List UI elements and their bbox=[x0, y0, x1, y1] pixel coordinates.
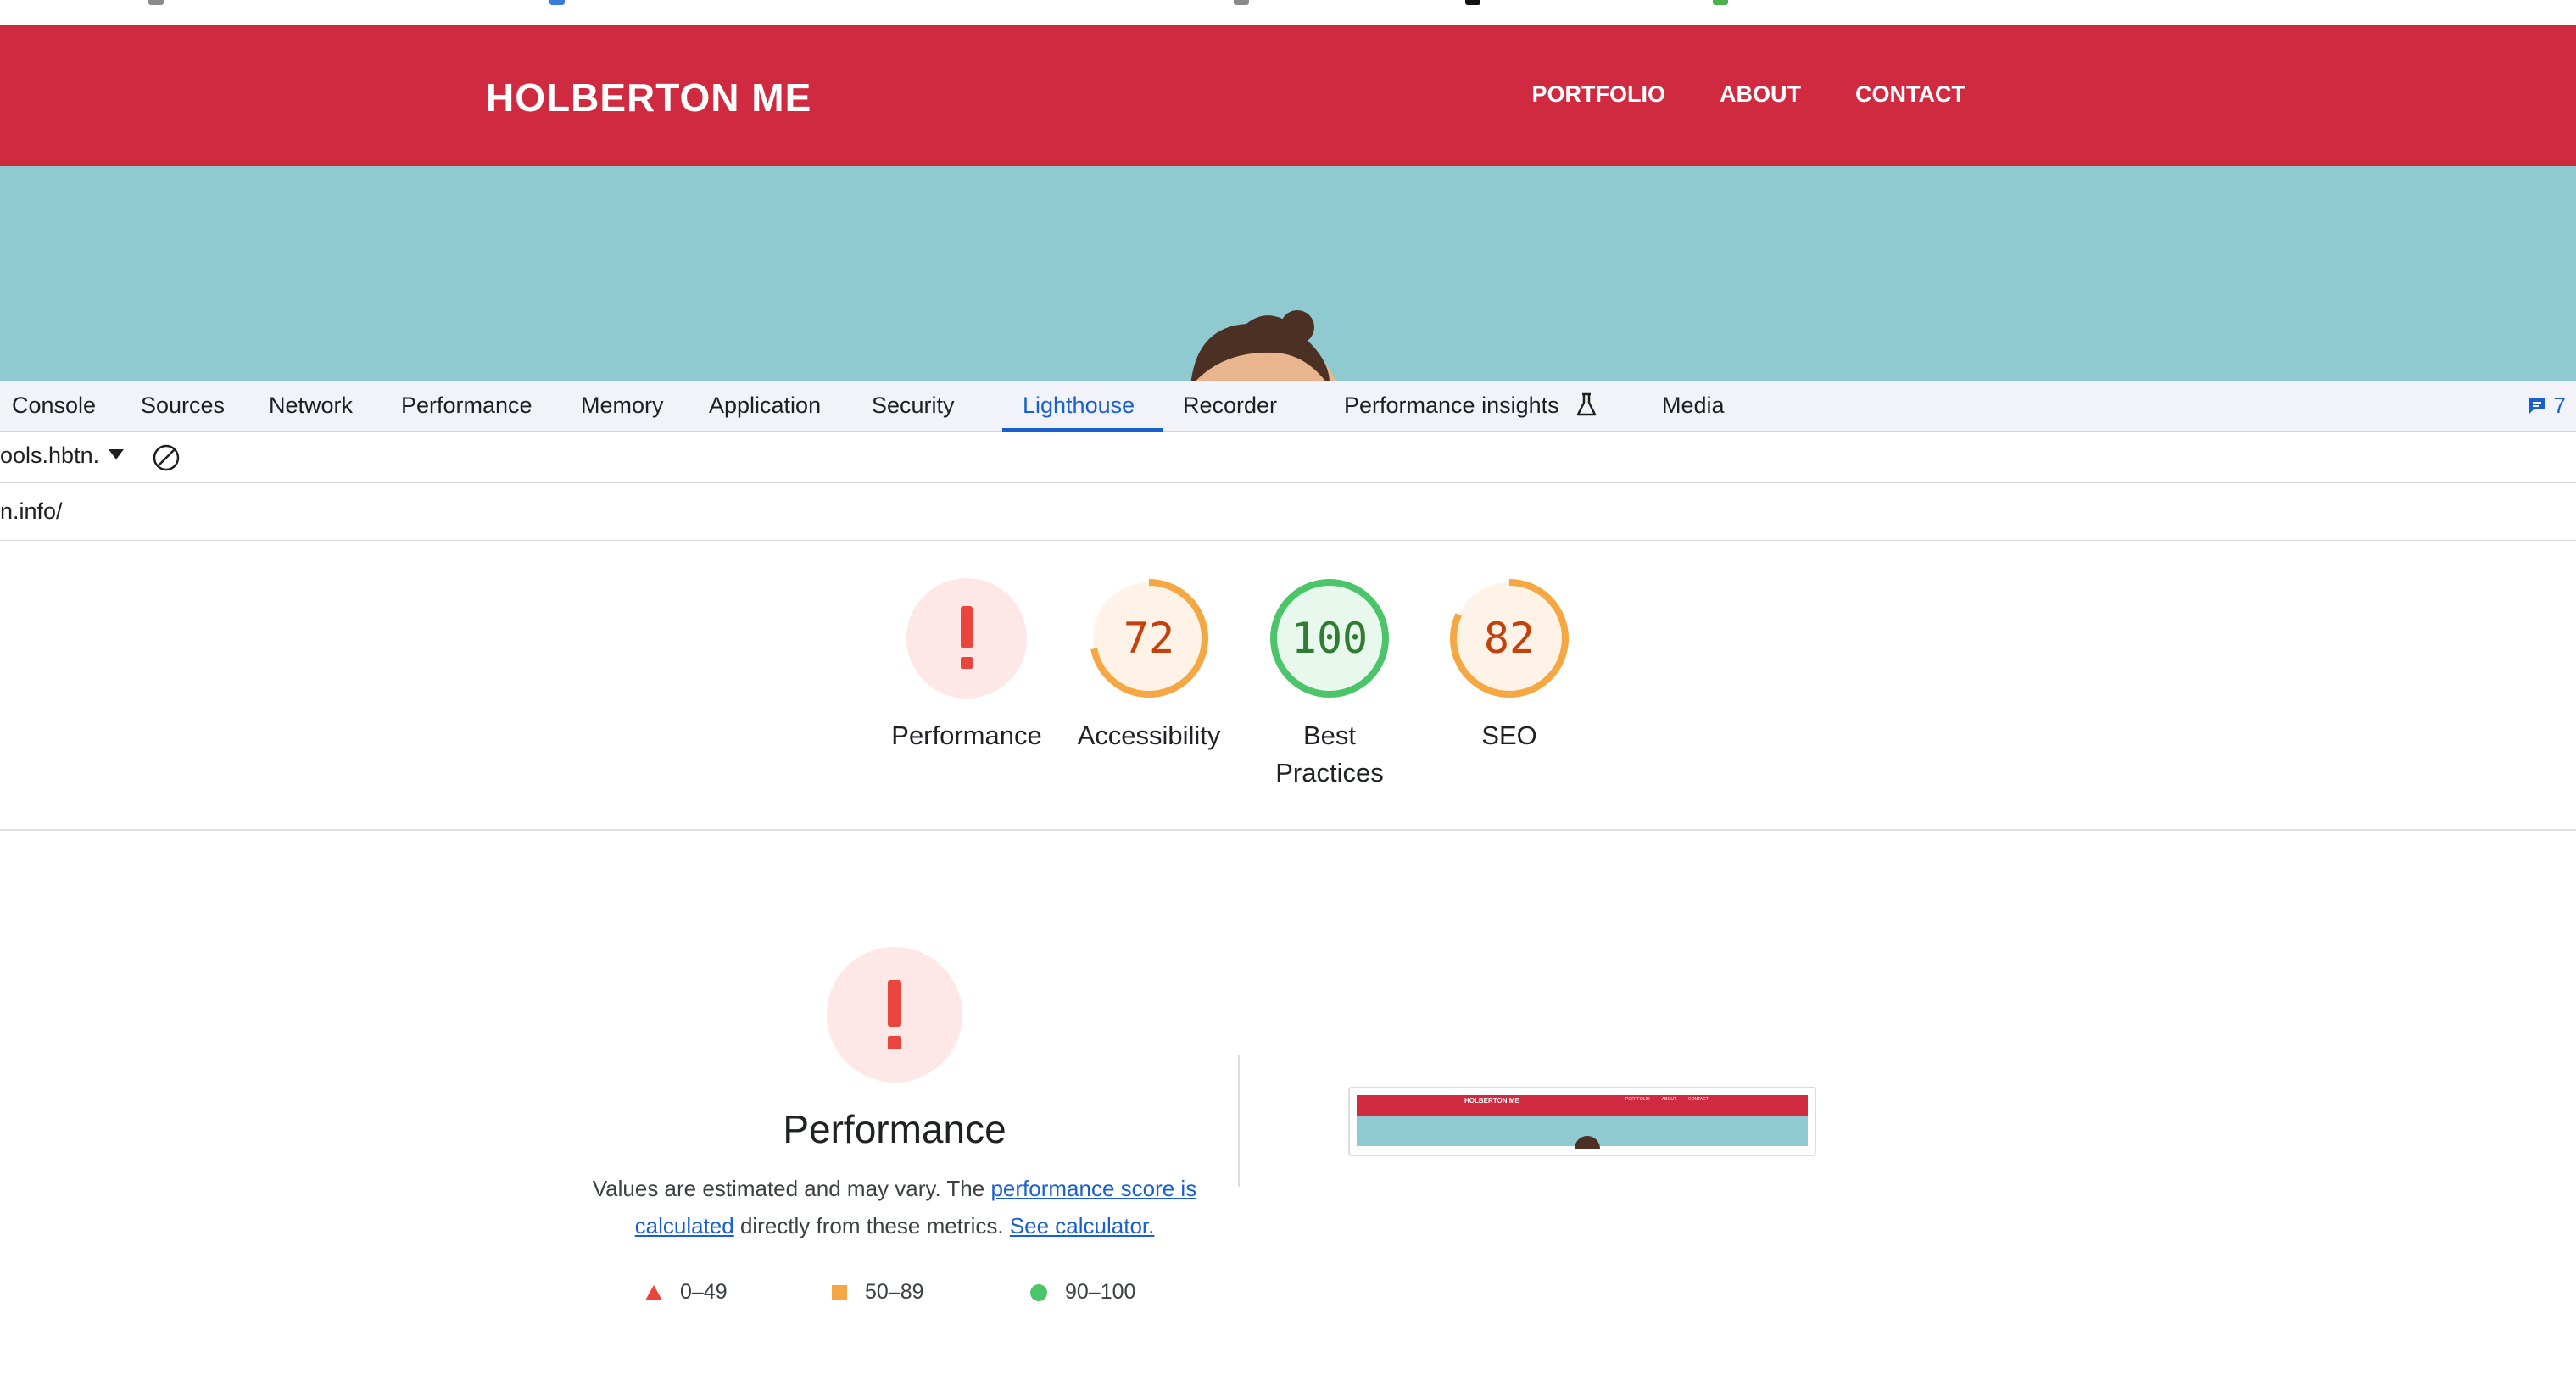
thumbnail-nav-item: PORTFOLIO bbox=[1625, 1097, 1650, 1102]
report-select[interactable]: ools.hbtn. bbox=[0, 442, 99, 469]
tab-sources[interactable]: Sources bbox=[141, 392, 225, 419]
tab-memory[interactable]: Memory bbox=[581, 392, 664, 419]
clear-icon[interactable] bbox=[151, 442, 181, 473]
green-circle-icon bbox=[1030, 1283, 1047, 1301]
gauge-performance[interactable]: Performance bbox=[873, 576, 1060, 754]
nav-link-contact[interactable]: CONTACT bbox=[1855, 81, 1965, 108]
experimental-flask-icon bbox=[1576, 392, 1597, 416]
performance-heading: Performance bbox=[783, 1107, 1006, 1151]
performance-fail-icon-large bbox=[827, 947, 962, 1083]
red-triangle-icon bbox=[645, 1284, 662, 1300]
legend-range: 50–89 bbox=[865, 1280, 924, 1304]
tab-media[interactable]: Media bbox=[1662, 392, 1725, 419]
report-url: n.info/ bbox=[0, 498, 63, 524]
gauge-score: 100 bbox=[1291, 614, 1368, 663]
tab-console[interactable]: Console bbox=[12, 392, 96, 419]
desc-text-1: Values are estimated and may vary. The bbox=[592, 1176, 991, 1201]
gauge-label: Performance bbox=[891, 721, 1042, 750]
report-url-bar: n.info/ bbox=[0, 483, 2576, 541]
performance-fail-icon bbox=[906, 578, 1027, 698]
gauge-label-line2: Practices bbox=[1275, 758, 1384, 788]
avatar-illustration bbox=[1190, 310, 1335, 381]
tab-network[interactable]: Network bbox=[269, 392, 353, 419]
desc-text-2: directly from these metrics. bbox=[733, 1213, 1010, 1238]
legend-pass: 90–100 bbox=[1029, 1280, 1135, 1305]
lighthouse-toolbar: ools.hbtn. bbox=[0, 432, 2576, 483]
gauge-label: Accessibility bbox=[1077, 721, 1221, 750]
legend-average: 50–89 bbox=[831, 1280, 924, 1305]
tab-performance-insights[interactable]: Performance insights bbox=[1344, 392, 1559, 419]
legend-range: 0–49 bbox=[680, 1280, 728, 1304]
orange-square-icon bbox=[832, 1284, 847, 1300]
chevron-down-icon[interactable] bbox=[109, 449, 124, 459]
nav-link-portfolio[interactable]: PORTFOLIO bbox=[1532, 81, 1666, 108]
gauge-seo[interactable]: 82 SEO bbox=[1416, 576, 1603, 754]
performance-description: Values are estimated and may vary. The p… bbox=[577, 1170, 1213, 1244]
tab-lighthouse[interactable]: Lighthouse bbox=[1023, 392, 1135, 419]
thumbnail-header bbox=[1357, 1095, 1808, 1116]
legend-fail: 0–49 bbox=[644, 1280, 728, 1305]
gauge-score: 82 bbox=[1484, 614, 1535, 663]
accessibility-gauge: 72 bbox=[1090, 579, 1208, 698]
see-calculator-link[interactable]: See calculator. bbox=[1010, 1213, 1155, 1238]
issues-count: 7 bbox=[2553, 392, 2566, 418]
seo-gauge: 82 bbox=[1450, 579, 1569, 698]
bookmarks-bar bbox=[0, 0, 2576, 25]
tab-recorder[interactable]: Recorder bbox=[1183, 392, 1277, 419]
gauge-best-practices[interactable]: 100 Best Practices bbox=[1236, 576, 1423, 792]
message-icon bbox=[2529, 398, 2545, 414]
best-practices-gauge: 100 bbox=[1270, 579, 1389, 698]
thumbnail-nav-item: ABOUT bbox=[1661, 1097, 1677, 1102]
site-title[interactable]: HOLBERTON ME bbox=[486, 75, 811, 120]
gauge-label: SEO bbox=[1481, 721, 1537, 750]
hero-banner bbox=[0, 166, 2576, 381]
devtools-tab-bar: Console Sources Network Performance Memo… bbox=[0, 381, 2576, 432]
site-nav: PORTFOLIO ABOUT CONTACT bbox=[1532, 81, 1965, 108]
thumbnail-title: HOLBERTON ME bbox=[1464, 1097, 1519, 1105]
gauge-label-line1: Best bbox=[1302, 721, 1357, 750]
tab-application[interactable]: Application bbox=[709, 392, 821, 419]
vertical-separator bbox=[1238, 1055, 1240, 1187]
nav-link-about[interactable]: ABOUT bbox=[1720, 81, 1801, 108]
tab-performance[interactable]: Performance bbox=[401, 392, 532, 419]
issues-counter[interactable]: 7 bbox=[2527, 392, 2566, 419]
tab-security[interactable]: Security bbox=[872, 392, 955, 419]
gauge-accessibility[interactable]: 72 Accessibility bbox=[1056, 576, 1242, 754]
site-header: HOLBERTON ME PORTFOLIO ABOUT CONTACT bbox=[0, 25, 2576, 166]
final-screenshot-thumbnail[interactable]: HOLBERTON ME PORTFOLIO ABOUT CONTACT bbox=[1348, 1087, 1816, 1156]
legend-range: 90–100 bbox=[1065, 1280, 1136, 1304]
thumbnail-nav: PORTFOLIO ABOUT CONTACT bbox=[1625, 1097, 1709, 1102]
thumbnail-nav-item: CONTACT bbox=[1688, 1097, 1709, 1102]
section-divider bbox=[0, 829, 2576, 831]
gauge-score: 72 bbox=[1124, 614, 1174, 663]
